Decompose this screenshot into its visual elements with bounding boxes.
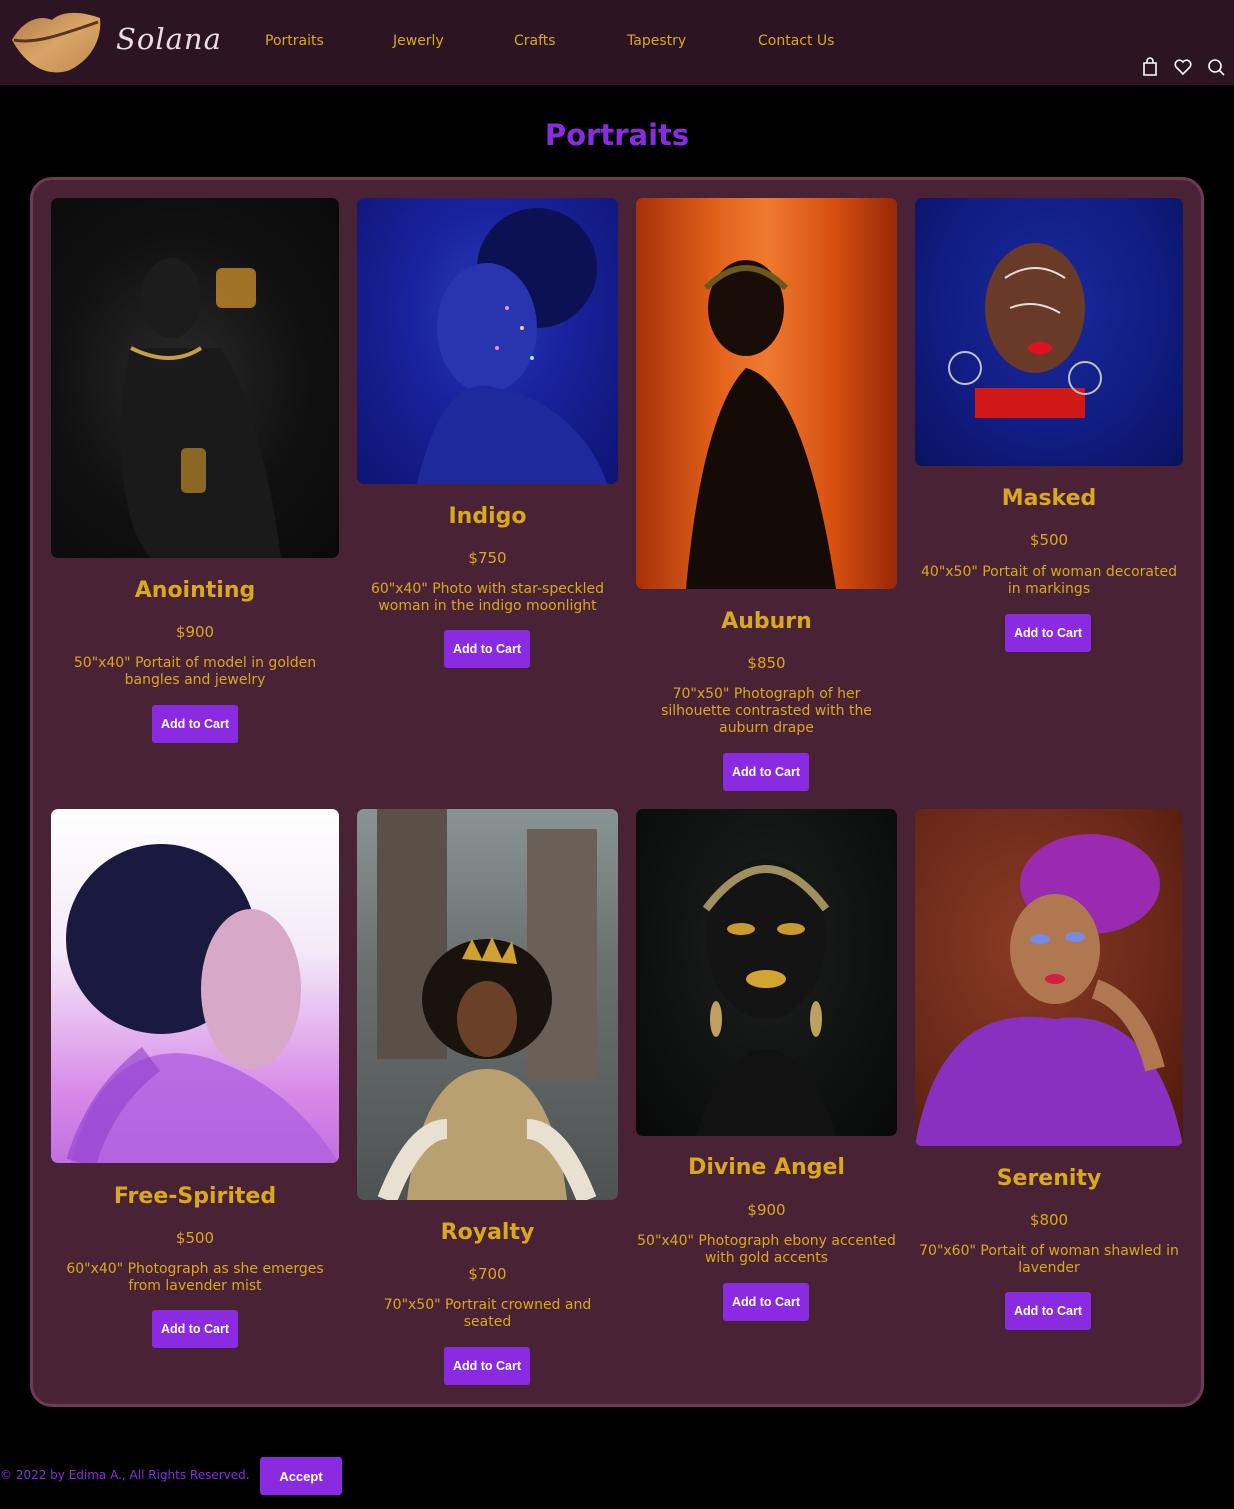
- product-image[interactable]: [915, 809, 1183, 1146]
- product-card-indigo: Indigo $750 60"x40" Photo with star-spec…: [357, 198, 618, 678]
- nav-jewerly[interactable]: Jewerly: [393, 33, 444, 49]
- product-description: 50"x40" Photograph ebony accented with go…: [637, 1233, 896, 1266]
- site-header: Solana Portraits Jewerly Crafts Tapestry…: [0, 0, 1234, 85]
- product-description: 70"x50" Portrait crowned and seated: [383, 1297, 592, 1330]
- heart-icon[interactable]: [1173, 57, 1193, 77]
- add-to-cart-button[interactable]: Add to Cart: [152, 1310, 238, 1348]
- product-description: 60"x40" Photo with star-speckled woman in…: [370, 581, 605, 614]
- product-image[interactable]: [915, 198, 1183, 466]
- product-price: $750: [468, 549, 507, 567]
- lips-logo-icon[interactable]: [8, 6, 104, 78]
- add-to-cart-button[interactable]: Add to Cart: [444, 630, 530, 668]
- product-title: Serenity: [996, 1166, 1102, 1191]
- product-description: 70"x60" Portait of woman shawled in laven…: [919, 1243, 1179, 1276]
- product-title: Free-Spirited: [113, 1184, 277, 1209]
- nav-crafts[interactable]: Crafts: [514, 33, 556, 49]
- product-price: $900: [747, 1201, 786, 1219]
- copyright-text: © 2022 by Edima A., All Rights Reserved.: [0, 1468, 250, 1482]
- add-to-cart-button[interactable]: Add to Cart: [723, 1283, 809, 1321]
- add-to-cart-button[interactable]: Add to Cart: [1005, 1292, 1091, 1330]
- add-to-cart-button[interactable]: Add to Cart: [444, 1347, 530, 1385]
- product-price: $900: [175, 623, 215, 641]
- product-description: 60"x40" Photograph as she emerges from la…: [66, 1261, 324, 1294]
- product-price: $700: [468, 1265, 507, 1283]
- add-to-cart-button[interactable]: Add to Cart: [1005, 614, 1091, 652]
- product-description: 50"x40" Portait of model in golden bangle…: [73, 655, 317, 688]
- product-image[interactable]: [357, 198, 618, 484]
- product-title: Auburn: [721, 609, 812, 634]
- nav-tapestry[interactable]: Tapestry: [627, 33, 686, 49]
- accept-cookies-button[interactable]: Accept: [260, 1457, 342, 1495]
- product-image[interactable]: [51, 809, 339, 1163]
- product-image[interactable]: [636, 809, 897, 1136]
- product-title: Anointing: [134, 578, 256, 603]
- product-card-masked: Masked $500 40"x50" Portait of woman dec…: [915, 198, 1183, 658]
- product-price: $500: [1029, 531, 1069, 549]
- product-card-anointing: Anointing $900 50"x40" Portait of model …: [51, 198, 339, 758]
- product-description: 40"x50" Portait of woman decorated in mar…: [921, 564, 1177, 597]
- search-icon[interactable]: [1206, 57, 1226, 77]
- add-to-cart-button[interactable]: Add to Cart: [152, 705, 238, 743]
- product-title: Divine Angel: [688, 1155, 845, 1180]
- product-card-divine-angel: Divine Angel $900 50"x40" Photograph ebo…: [636, 809, 897, 1329]
- nav-contact-us[interactable]: Contact Us: [758, 33, 834, 49]
- product-image[interactable]: [636, 198, 897, 589]
- page-title: Portraits: [544, 118, 690, 152]
- shopping-bag-icon[interactable]: [1140, 57, 1160, 77]
- product-card-serenity: Serenity $800 70"x60" Portait of woman s…: [915, 809, 1183, 1349]
- add-to-cart-button[interactable]: Add to Cart: [723, 753, 809, 791]
- nav-portraits[interactable]: Portraits: [265, 33, 324, 49]
- product-title: Royalty: [440, 1220, 535, 1245]
- product-image[interactable]: [357, 809, 618, 1200]
- product-price: $800: [1029, 1211, 1069, 1229]
- product-card-royalty: Royalty $700 70"x50" Portrait crowned an…: [357, 809, 618, 1389]
- product-image[interactable]: [51, 198, 339, 558]
- product-price: $500: [175, 1229, 215, 1247]
- product-title: Indigo: [448, 504, 527, 529]
- product-price: $850: [747, 654, 786, 672]
- product-card-auburn: Auburn $850 70"x50" Photograph of her sil…: [636, 198, 897, 798]
- product-description: 70"x50" Photograph of her silhouette cont…: [661, 686, 872, 736]
- brand-name[interactable]: Solana: [116, 22, 222, 56]
- product-card-free-spirited: Free-Spirited $500 60"x40" Photograph as…: [51, 809, 339, 1369]
- product-title: Masked: [1001, 486, 1097, 511]
